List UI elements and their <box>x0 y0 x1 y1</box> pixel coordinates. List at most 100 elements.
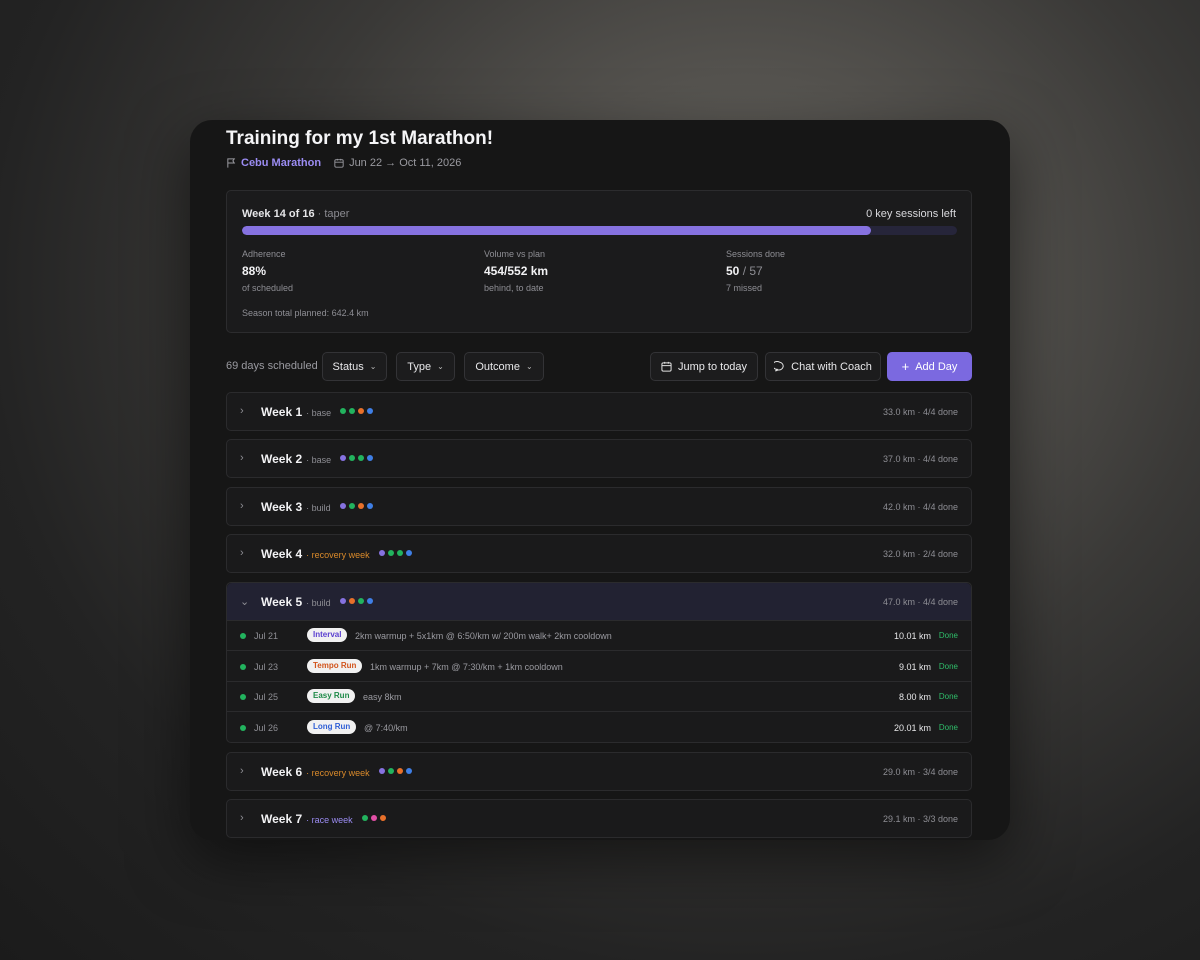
chevron-right-icon[interactable]: › <box>240 765 244 777</box>
session-row[interactable]: Jul 23 Tempo Run 1km warmup + 7km @ 7:30… <box>227 652 971 682</box>
week-name: Week 2 <box>261 452 303 466</box>
volume-stat: Volume vs plan 454/552 km behind, to dat… <box>484 249 548 293</box>
week-row[interactable]: ⌄ Week 5 · build 47.0 km · 4/4 done Jul … <box>226 582 972 743</box>
sessions-label: Sessions done <box>726 249 786 259</box>
chevron-right-icon[interactable]: › <box>240 547 244 559</box>
session-status: Done <box>938 631 958 640</box>
session-done-dot <box>240 633 246 639</box>
session-status-dot <box>366 503 373 509</box>
session-row[interactable]: Jul 21 Interval 2km warmup + 5x1km @ 6:5… <box>227 621 971 651</box>
session-type-tag: Long Run <box>307 719 357 734</box>
week-session-dots <box>378 768 412 774</box>
session-status-dot <box>367 408 374 414</box>
session-status-dot <box>396 550 403 556</box>
session-status-dot <box>387 550 394 556</box>
chevron-right-icon[interactable]: › <box>240 812 244 824</box>
add-day-button[interactable]: + Add Day <box>887 352 972 381</box>
session-type-tag: Tempo Run <box>307 658 363 673</box>
session-status-dot <box>358 408 365 414</box>
session-row[interactable]: Jul 25 Easy Run easy 8km 8.00 km Done <box>227 682 971 712</box>
session-status-dot <box>361 815 368 821</box>
plus-icon: + <box>901 359 910 374</box>
session-status-dot <box>339 598 346 604</box>
chevron-down-icon: ⌄ <box>369 362 377 371</box>
week-stats: 29.0 km · 3/4 done <box>882 767 958 777</box>
week-stats: 32.0 km · 2/4 done <box>882 549 958 559</box>
status-filter-label: Status <box>332 360 364 373</box>
current-week-phase: · taper <box>317 208 350 220</box>
week-stats: 47.0 km · 4/4 done <box>882 597 958 607</box>
session-status: Done <box>938 661 958 671</box>
week-title: Week 3 · build <box>261 500 373 514</box>
week-session-dots <box>340 455 374 461</box>
chat-with-coach-button[interactable]: Chat with Coach <box>765 352 881 381</box>
week-name: Week 7 <box>261 812 303 826</box>
week-name: Week 5 <box>261 595 303 609</box>
session-status-dot <box>378 550 385 556</box>
session-date: Jul 25 <box>254 692 279 702</box>
chat-with-coach-label: Chat with Coach <box>791 360 872 373</box>
session-distance: 8.00 km <box>898 692 931 702</box>
season-total: Season total planned: 642.4 km <box>242 308 369 318</box>
week-title: Week 2 · base <box>261 452 374 466</box>
session-status-dot <box>357 598 364 604</box>
session-status: Done <box>938 722 958 732</box>
chevron-right-icon[interactable]: › <box>240 500 244 512</box>
session-status-dot <box>379 815 386 821</box>
session-row[interactable]: Jul 26 Long Run @ 7:40/km 20.01 km Done <box>227 713 971 743</box>
week-row[interactable]: › Week 3 · build 42.0 km · 4/4 done <box>226 487 972 526</box>
session-date: Jul 23 <box>254 661 279 672</box>
outcome-filter-label: Outcome <box>475 360 520 373</box>
session-status-dot <box>349 408 356 414</box>
days-scheduled: 69 days scheduled <box>226 360 318 372</box>
session-type-tag: Interval <box>307 628 348 642</box>
outcome-filter[interactable]: Outcome ⌄ <box>464 352 544 381</box>
week-stats: 29.1 km · 3/3 done <box>882 814 958 824</box>
session-done-dot <box>240 694 246 700</box>
session-status-dot <box>348 598 355 604</box>
chevron-down-icon[interactable]: ⌄ <box>240 595 249 608</box>
current-week: Week 14 of 16 · taper <box>242 208 349 220</box>
chevron-right-icon[interactable]: › <box>240 405 244 417</box>
week-header[interactable]: ⌄ Week 5 · build 47.0 km · 4/4 done <box>227 583 971 621</box>
adherence-sub: of scheduled <box>242 283 294 293</box>
week-stats: 42.0 km · 4/4 done <box>882 502 958 512</box>
sessions-value: 50 / 57 <box>726 264 785 278</box>
add-day-label: Add Day <box>915 360 958 373</box>
session-distance: 9.01 km <box>898 661 931 672</box>
sessions-total: / 57 <box>742 264 763 278</box>
type-filter[interactable]: Type ⌄ <box>396 352 455 381</box>
calendar-icon <box>661 361 672 372</box>
session-status-dot <box>348 503 355 509</box>
session-done-dot <box>240 724 246 731</box>
session-status-dot <box>339 503 346 509</box>
week-phase: · recovery week <box>306 550 370 560</box>
chevron-right-icon[interactable]: › <box>240 452 244 464</box>
session-status-dot <box>367 455 374 461</box>
volume-label: Volume vs plan <box>484 249 546 259</box>
progress-bar-fill <box>242 226 872 235</box>
jump-to-today-button[interactable]: Jump to today <box>650 352 758 381</box>
race-link[interactable]: Cebu Marathon <box>241 157 321 169</box>
week-row[interactable]: › Week 7 · race week 29.1 km · 3/3 done <box>226 799 972 838</box>
week-row[interactable]: › Week 6 · recovery week 29.0 km · 3/4 d… <box>226 752 972 791</box>
session-distance: 10.01 km <box>893 631 931 641</box>
adherence-label: Adherence <box>242 249 286 259</box>
week-phase: · base <box>306 455 332 465</box>
week-session-dots <box>340 408 374 414</box>
week-row[interactable]: › Week 4 · recovery week 32.0 km · 2/4 d… <box>226 534 972 573</box>
page-title: Training for my 1st Marathon! <box>226 128 494 149</box>
week-title: Week 1 · base <box>261 405 374 419</box>
week-name: Week 6 <box>261 765 303 779</box>
status-filter[interactable]: Status ⌄ <box>322 352 387 381</box>
volume-value: 454/552 km <box>484 264 549 278</box>
session-status-dot <box>387 768 394 774</box>
week-title: Week 5 · build <box>261 595 373 609</box>
week-row[interactable]: › Week 1 · base 33.0 km · 4/4 done <box>226 392 972 431</box>
week-row[interactable]: › Week 2 · base 37.0 km · 4/4 done <box>226 439 972 478</box>
key-sessions-left: 0 key sessions left <box>866 208 956 220</box>
session-status-dot <box>340 455 347 461</box>
week-phase: · build <box>306 503 331 513</box>
session-status-dot <box>366 598 373 604</box>
week-title: Week 6 · recovery week <box>261 765 412 779</box>
